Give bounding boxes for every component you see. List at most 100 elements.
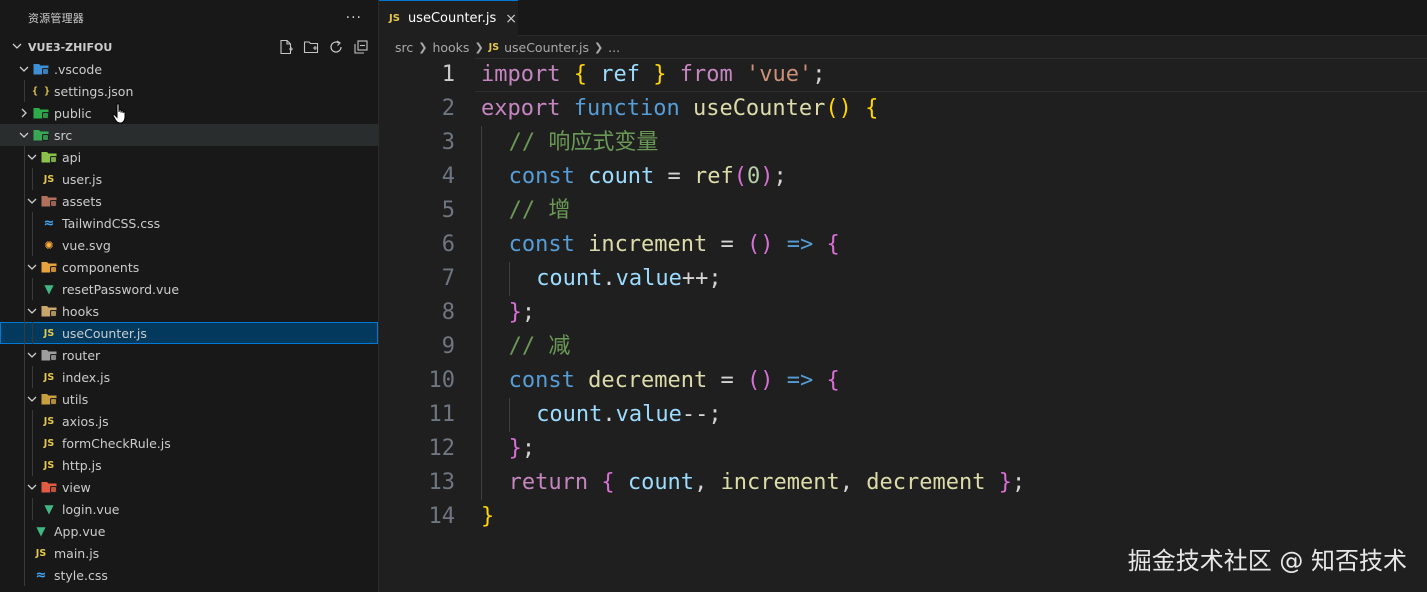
tree-item-label: style.css (54, 567, 108, 583)
code-text: } (481, 500, 494, 534)
code-line[interactable]: 10 const decrement = () => { (379, 364, 1427, 398)
breadcrumb-hooks[interactable]: hooks (432, 40, 469, 55)
file-item-main-js[interactable]: JS main.js (0, 542, 378, 564)
code-line[interactable]: 11 count.value--; (379, 398, 1427, 432)
explorer-sidebar: 资源管理器 ··· VUE3-ZHIFOU .vscode {} settin… (0, 0, 379, 592)
tab-usecounter[interactable]: JS useCounter.js × (379, 0, 518, 36)
code-line[interactable]: 1 import { ref } from 'vue'; (379, 58, 1427, 92)
js-file-icon: JS (43, 173, 55, 185)
project-root[interactable]: VUE3-ZHIFOU (0, 36, 378, 58)
chevron-down-icon[interactable] (24, 394, 40, 404)
chevron-down-icon[interactable] (16, 64, 32, 74)
breadcrumb-symbol[interactable]: ... (608, 40, 620, 55)
tree-item-label: hooks (62, 303, 99, 319)
code-line[interactable]: 5 // 增 (379, 194, 1427, 228)
indent-guide (481, 330, 482, 364)
tree-item-label: user.js (62, 171, 103, 187)
code-line[interactable]: 7 count.value++; (379, 262, 1427, 296)
chevron-down-icon[interactable] (24, 482, 40, 492)
file-item-formcheckrule-js[interactable]: JS formCheckRule.js (0, 432, 378, 454)
code-line[interactable]: 4 const count = ref(0); (379, 160, 1427, 194)
js-file-icon: JS (43, 459, 55, 471)
tree-item-label: login.vue (62, 501, 120, 517)
tree-item-label: utils (62, 391, 89, 407)
indent-guide (508, 398, 510, 432)
code-token: ( (733, 164, 748, 189)
file-item-app-vue[interactable]: ▼ App.vue (0, 520, 378, 542)
indent-guide (24, 322, 25, 344)
code-line[interactable]: 13 return { count, increment, decrement }… (379, 466, 1427, 500)
code-token: } (508, 300, 522, 325)
breadcrumb-src[interactable]: src (395, 40, 413, 55)
folder-item-hooks[interactable]: hooks (0, 300, 378, 322)
code-line[interactable]: 9 // 减 (379, 330, 1427, 364)
folder-item-utils[interactable]: utils (0, 388, 378, 410)
indent-guide (24, 564, 25, 586)
code-line[interactable]: 6 const increment = () => { (379, 228, 1427, 262)
chevron-down-icon[interactable] (16, 130, 32, 140)
new-folder-icon[interactable] (302, 38, 320, 56)
folder-item-api[interactable]: api (0, 146, 378, 168)
chevron-down-icon[interactable] (24, 306, 40, 316)
close-icon[interactable]: × (505, 11, 517, 27)
folder-item-components[interactable]: components (0, 256, 378, 278)
project-actions (277, 38, 370, 56)
file-item-user-js[interactable]: JS user.js (0, 168, 378, 190)
tree-item-label: src (54, 127, 73, 143)
indent-guide (24, 432, 25, 454)
code-token: . (602, 266, 616, 291)
code-token: // 增 (508, 198, 571, 223)
chevron-down-icon[interactable] (24, 350, 40, 360)
code-token: value (615, 266, 682, 291)
code-token: { (826, 368, 840, 393)
folder-item-view[interactable]: view (0, 476, 378, 498)
code-line[interactable]: 12}; (379, 432, 1427, 466)
chevron-down-icon[interactable] (24, 152, 40, 162)
file-item-settings-json[interactable]: { } settings.json (0, 80, 378, 102)
file-item-http-js[interactable]: JS http.js (0, 454, 378, 476)
code-line[interactable]: 2 export function useCounter() { (379, 92, 1427, 126)
file-item-style-css[interactable]: ≈ style.css (0, 564, 378, 586)
folder-item-src[interactable]: src (0, 124, 378, 146)
indent-guide (481, 296, 482, 330)
tree-item-label: index.js (62, 369, 111, 385)
folder-item-public[interactable]: public (0, 102, 378, 124)
new-file-icon[interactable] (277, 38, 295, 56)
code-line[interactable]: 3 // 响应式变量 (379, 126, 1427, 160)
folder-item-vscode[interactable]: .vscode (0, 58, 378, 80)
code-token: count (536, 402, 603, 427)
code-token: count (574, 164, 668, 189)
indent-guide (32, 212, 33, 234)
more-actions-icon[interactable]: ··· (346, 10, 362, 26)
folder-item-router[interactable]: router (0, 344, 378, 366)
collapse-all-icon[interactable] (352, 38, 370, 56)
chevron-down-icon[interactable] (24, 196, 40, 206)
tree-item-label: axios.js (62, 413, 109, 429)
code-text: export function useCounter() { (481, 92, 878, 126)
svg-file-icon: ✺ (44, 238, 54, 252)
file-item-login-vue[interactable]: ▼ login.vue (0, 498, 378, 520)
file-item-index-js[interactable]: JS index.js (0, 366, 378, 388)
code-token: = (720, 232, 748, 257)
folder-item-assets[interactable]: assets (0, 190, 378, 212)
code-editor[interactable]: 1 import { ref } from 'vue'; 2 export funct… (379, 58, 1427, 534)
refresh-icon[interactable] (327, 38, 345, 56)
code-line[interactable]: 14} (379, 500, 1427, 534)
code-token: --; (681, 402, 722, 427)
router-folder-icon (40, 348, 58, 362)
file-item-vue-svg[interactable]: ✺ vue.svg (0, 234, 378, 256)
code-text: }; (509, 432, 536, 466)
file-item-tailwindcss-css[interactable]: ≈ TailwindCSS.css (0, 212, 378, 234)
chevron-right-icon[interactable] (16, 108, 32, 118)
code-token: { (826, 232, 840, 257)
file-item-usecounter-js[interactable]: JS useCounter.js (0, 322, 378, 344)
file-item-resetpassword-vue[interactable]: ▼ resetPassword.vue (0, 278, 378, 300)
breadcrumb-file[interactable]: useCounter.js (504, 40, 589, 55)
code-line[interactable]: 8}; (379, 296, 1427, 330)
tree-item-label: formCheckRule.js (62, 435, 171, 451)
file-item-axios-js[interactable]: JS axios.js (0, 410, 378, 432)
indent-guide (32, 432, 33, 454)
chevron-down-icon[interactable] (24, 262, 40, 272)
